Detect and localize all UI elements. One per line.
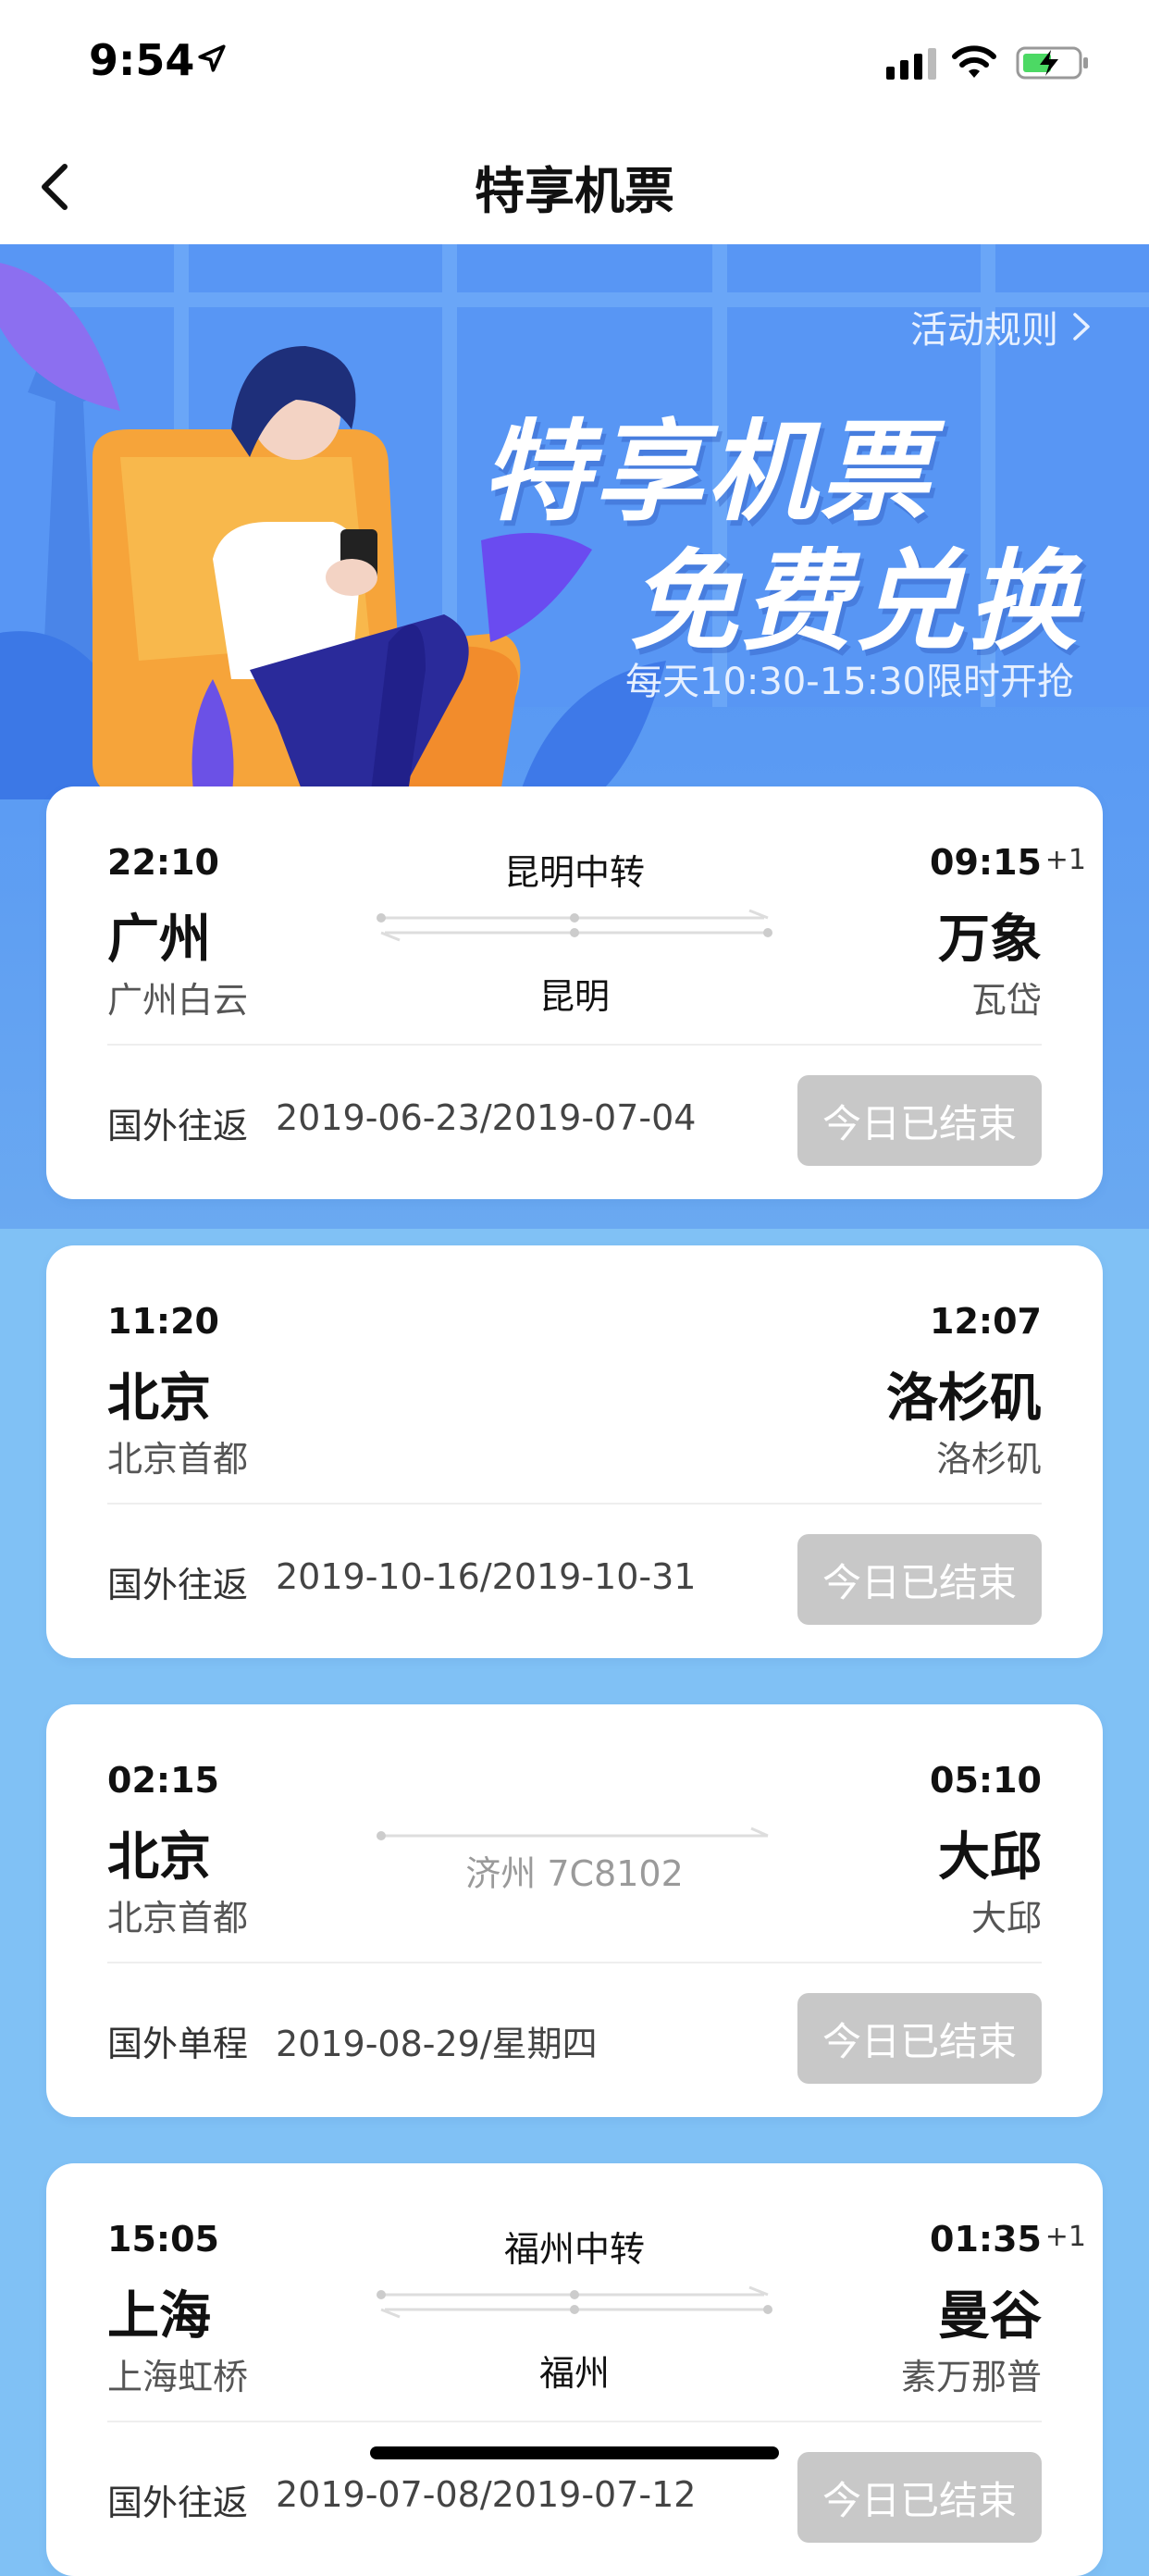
arrival-city: 万象 <box>938 910 1042 970</box>
ended-today-button[interactable]: 今日已结束 <box>797 1993 1042 2084</box>
arrival-airport: 素万那普 <box>900 2357 1042 2397</box>
banner-headline-line2: 免费兑换 <box>629 538 1081 665</box>
arrival-time: 01:35 <box>930 2219 1042 2260</box>
arrival-airport: 瓦岱 <box>970 980 1042 1021</box>
arrival-city: 大邱 <box>938 1827 1042 1888</box>
arrival-time: 09:15 <box>930 842 1042 883</box>
divider <box>107 1044 1042 1046</box>
trip-type: 国外单程 <box>107 2024 249 2064</box>
ended-today-button[interactable]: 今日已结束 <box>797 2452 1042 2543</box>
flight-card[interactable]: 22:10 广州 广州白云 昆明中转 昆明 09:15 +1 万象 瓦岱 国外往… <box>46 786 1103 1199</box>
departure-city: 北京 <box>107 1368 211 1429</box>
banner-subtitle: 每天10:30-15:30限时开抢 <box>625 661 1074 703</box>
chevron-right-icon <box>1073 313 1090 341</box>
trip-dates: 2019-06-23/2019-07-04 <box>276 1097 697 1138</box>
ended-today-button[interactable]: 今日已结束 <box>797 1534 1042 1625</box>
transfer-route-icon <box>377 2285 772 2319</box>
transfer-route-icon <box>377 909 772 942</box>
battery-charging-icon <box>1016 46 1088 80</box>
trip-dates: 2019-07-08/2019-07-12 <box>276 2474 697 2515</box>
arrival-airport: 大邱 <box>970 1898 1042 1938</box>
trip-type: 国外往返 <box>107 2483 249 2523</box>
signal-icon <box>886 48 936 80</box>
activity-rules-link[interactable]: 活动规则 <box>910 300 1092 353</box>
arrival-time: 12:07 <box>930 1301 1042 1342</box>
status-time: 9:54 <box>89 35 195 85</box>
arrival-city: 曼谷 <box>938 2286 1042 2347</box>
departure-time: 02:15 <box>107 1760 219 1801</box>
stopover-city: 昆明 <box>538 976 610 1017</box>
flight-card[interactable]: 15:05 上海 上海虹桥 福州中转 福州 01:35 +1 曼谷 素万那普 国… <box>46 2163 1103 2576</box>
wifi-icon <box>952 45 996 78</box>
home-indicator[interactable] <box>370 2446 779 2459</box>
arrival-airport: 洛杉矶 <box>935 1439 1042 1480</box>
departure-city: 上海 <box>107 2286 211 2347</box>
location-arrow-icon <box>198 44 226 72</box>
divider <box>107 2421 1042 2422</box>
status-bar: 9:54 <box>0 0 1149 122</box>
nav-bar: 特享机票 <box>0 122 1149 244</box>
departure-airport: 北京首都 <box>107 1439 249 1480</box>
next-day-badge: +1 <box>1044 2221 1086 2253</box>
flight-card[interactable]: 11:20 北京 北京首都 12:07 洛杉矶 洛杉矶 国外往返 2019-10… <box>46 1245 1103 1658</box>
departure-airport: 北京首都 <box>107 1898 249 1938</box>
trip-dates: 2019-08-29/星期四 <box>276 2024 598 2064</box>
departure-city: 广州 <box>107 910 211 970</box>
divider <box>107 1962 1042 1963</box>
divider <box>107 1503 1042 1505</box>
trip-type: 国外往返 <box>107 1106 249 1146</box>
departure-time: 11:20 <box>107 1301 219 1342</box>
flight-card[interactable]: 02:15 北京 北京首都 济州 7C8102 05:10 大邱 大邱 国外单程… <box>46 1704 1103 2117</box>
arrival-city: 洛杉矶 <box>886 1368 1042 1429</box>
arrival-time: 05:10 <box>930 1760 1042 1801</box>
next-day-badge: +1 <box>1044 844 1086 876</box>
page-title: 特享机票 <box>475 162 674 220</box>
activity-rules-label: 活动规则 <box>910 309 1058 352</box>
trip-type: 国外往返 <box>107 1565 249 1605</box>
trip-dates: 2019-10-16/2019-10-31 <box>276 1556 697 1597</box>
ended-today-button[interactable]: 今日已结束 <box>797 1075 1042 1166</box>
